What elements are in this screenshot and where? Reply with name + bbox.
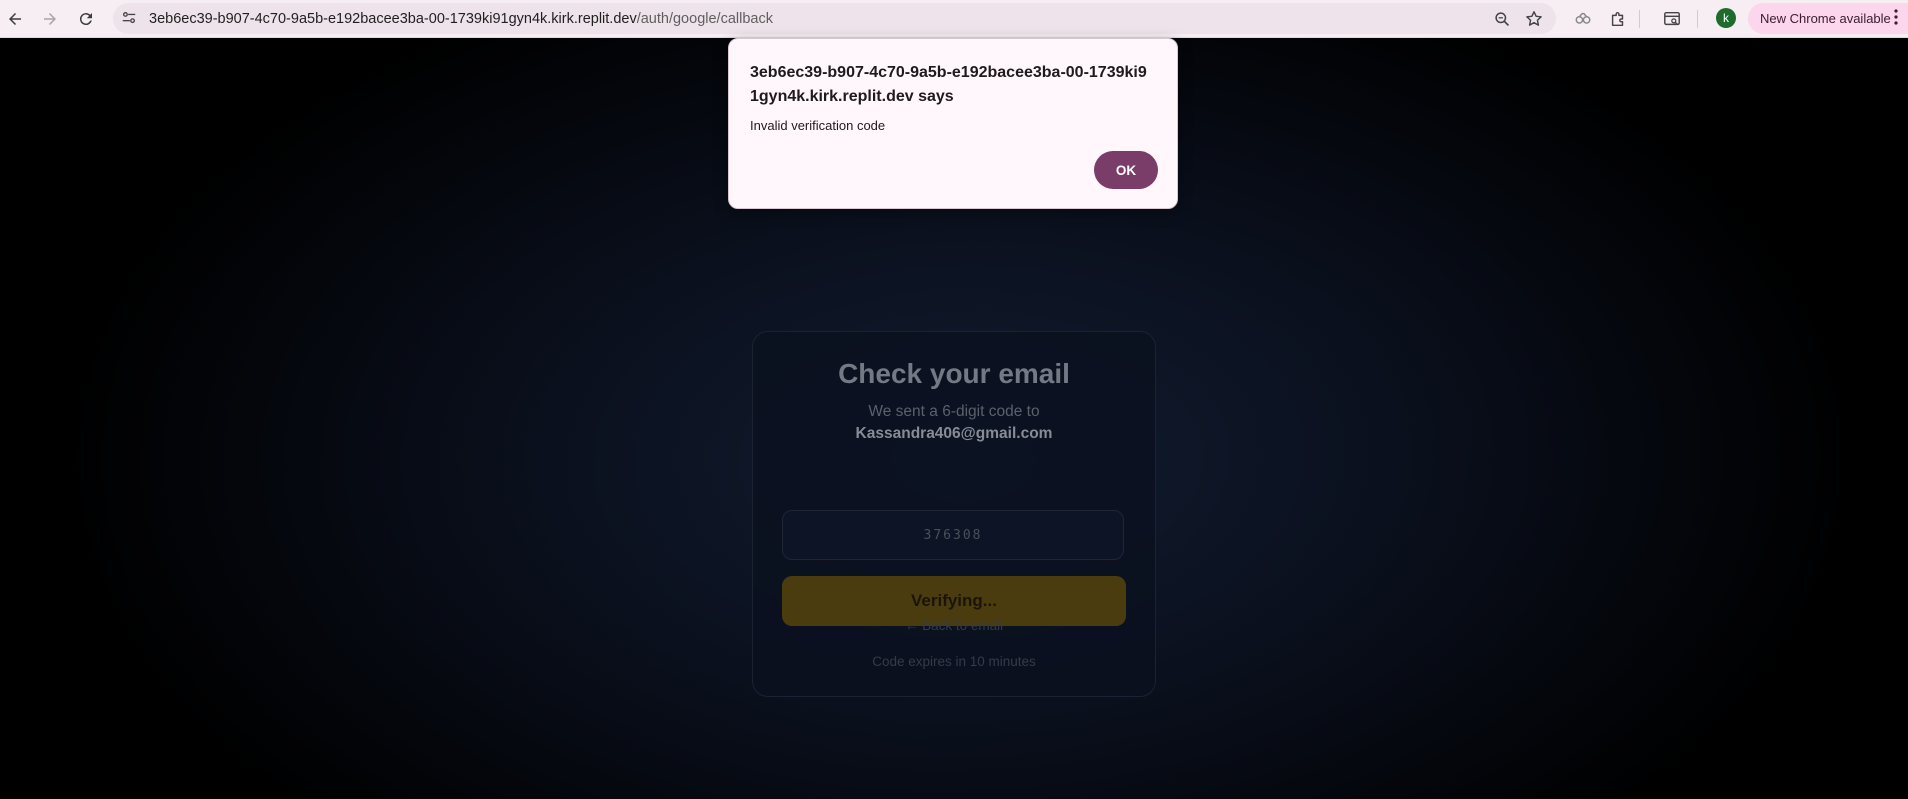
ok-button[interactable]: OK <box>1094 151 1158 189</box>
address-bar[interactable]: 3eb6ec39-b907-4c70-9a5b-e192bacee3ba-00-… <box>113 3 1556 34</box>
card-title: Check your email <box>838 358 1070 389</box>
site-info-icon[interactable] <box>120 9 138 27</box>
new-chrome-available-button[interactable]: New Chrome available <box>1748 3 1908 34</box>
card-subtitle: We sent a 6-digit code to <box>868 403 1040 420</box>
forward-arrow-icon[interactable] <box>36 5 64 33</box>
toolbar-separator <box>1697 10 1698 28</box>
url-path: /auth/google/callback <box>636 11 773 27</box>
verification-card: Check your email We sent a 6-digit code … <box>752 331 1156 697</box>
alert-dialog: 3eb6ec39-b907-4c70-9a5b-e192bacee3ba-00-… <box>728 38 1178 209</box>
back-to-email-link[interactable]: ← Back to email <box>753 618 1155 633</box>
toolbar-separator <box>1639 10 1640 28</box>
verification-code-input[interactable] <box>782 510 1124 560</box>
dialog-title: 3eb6ec39-b907-4c70-9a5b-e192bacee3ba-00-… <box>750 64 1147 105</box>
url-text: 3eb6ec39-b907-4c70-9a5b-e192bacee3ba-00-… <box>149 11 773 27</box>
reload-icon[interactable] <box>72 5 100 33</box>
new-chrome-label: New Chrome available <box>1760 11 1891 26</box>
star-icon[interactable] <box>1523 8 1545 30</box>
kebab-menu-icon[interactable] <box>1894 9 1898 28</box>
profile-avatar[interactable]: k <box>1716 8 1736 28</box>
performance-icon[interactable] <box>1569 5 1597 33</box>
url-host: 3eb6ec39-b907-4c70-9a5b-e192bacee3ba-00-… <box>149 11 637 27</box>
code-expiry-text: Code expires in 10 minutes <box>872 654 1036 669</box>
browser-toolbar: 3eb6ec39-b907-4c70-9a5b-e192bacee3ba-00-… <box>0 0 1908 38</box>
tab-search-icon[interactable] <box>1658 5 1686 33</box>
extensions-icon[interactable] <box>1604 5 1632 33</box>
zoom-icon[interactable] <box>1491 8 1513 30</box>
card-email: Kassandra406@gmail.com <box>855 425 1053 442</box>
dialog-message: Invalid verification code <box>750 118 886 133</box>
back-arrow-icon[interactable] <box>1 5 29 33</box>
